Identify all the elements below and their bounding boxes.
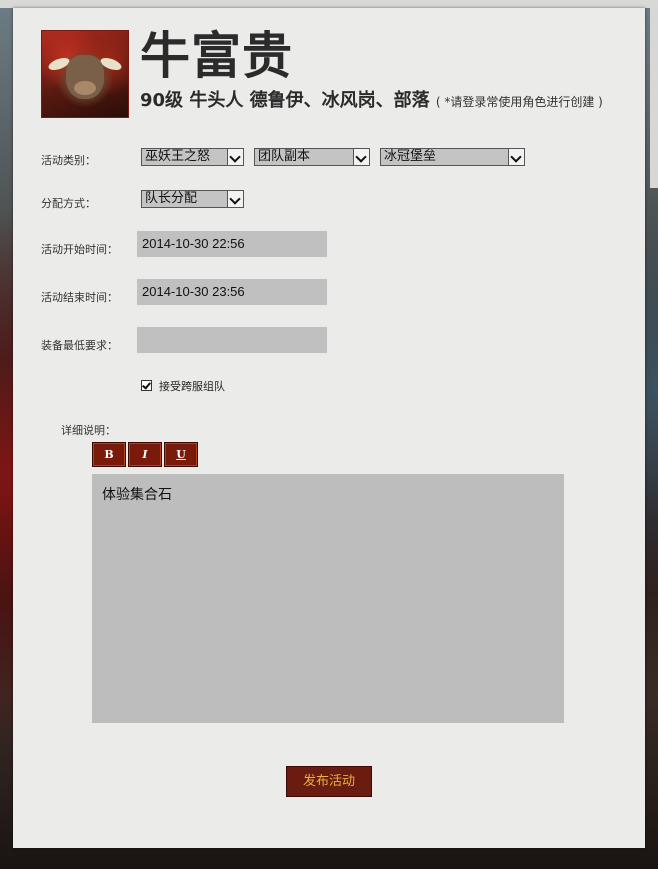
cross-server-checkbox[interactable]	[141, 380, 152, 391]
category-select-expansion[interactable]: 巫妖王之怒	[141, 148, 244, 166]
chevron-down-icon	[227, 149, 243, 165]
end-time-label: 活动结束时间：	[41, 291, 118, 304]
chevron-down-icon	[227, 191, 243, 207]
activity-form-panel: 牛富贵 90级 牛头人 德鲁伊、冰风岗、部落 ( *请登录常使用角色进行创建 )…	[13, 8, 645, 848]
end-time-input[interactable]: 2014-10-30 23:56	[137, 279, 327, 305]
start-time-input[interactable]: 2014-10-30 22:56	[137, 231, 327, 257]
italic-button[interactable]: I	[128, 442, 162, 467]
character-details: 90级 牛头人 德鲁伊、冰风岗、部落	[140, 90, 430, 111]
min-gear-input[interactable]	[137, 327, 327, 353]
description-textarea[interactable]: 体验集合石	[92, 474, 564, 723]
chevron-down-icon	[508, 149, 524, 165]
underline-button[interactable]: U	[164, 442, 198, 467]
start-time-label: 活动开始时间：	[41, 243, 118, 256]
category-select-instance[interactable]: 冰冠堡垒	[380, 148, 525, 166]
category-select-type[interactable]: 团队副本	[254, 148, 370, 166]
chevron-down-icon	[353, 149, 369, 165]
side-strip	[650, 8, 658, 188]
cross-server-label: 接受跨服组队	[159, 380, 225, 393]
distribution-select[interactable]: 队长分配	[141, 190, 244, 208]
avatar-snout	[74, 81, 96, 95]
character-hint: ( *请登录常使用角色进行创建 )	[435, 95, 603, 109]
distribution-select-value: 队长分配	[145, 191, 198, 206]
top-bar	[0, 0, 658, 8]
character-info: 90级 牛头人 德鲁伊、冰风岗、部落 ( *请登录常使用角色进行创建 )	[140, 86, 603, 112]
distribution-label: 分配方式：	[41, 197, 96, 210]
category-label: 活动类别：	[41, 154, 96, 167]
category-select-type-value: 团队副本	[258, 149, 311, 164]
category-select-instance-value: 冰冠堡垒	[384, 149, 437, 164]
publish-activity-button[interactable]: 发布活动	[286, 766, 372, 797]
bold-button[interactable]: B	[92, 442, 126, 467]
character-name: 牛富贵	[140, 27, 293, 85]
description-label: 详细说明：	[61, 424, 116, 437]
min-gear-label: 装备最低要求：	[41, 339, 118, 352]
tauren-avatar-icon	[41, 30, 129, 118]
category-select-expansion-value: 巫妖王之怒	[145, 149, 211, 164]
